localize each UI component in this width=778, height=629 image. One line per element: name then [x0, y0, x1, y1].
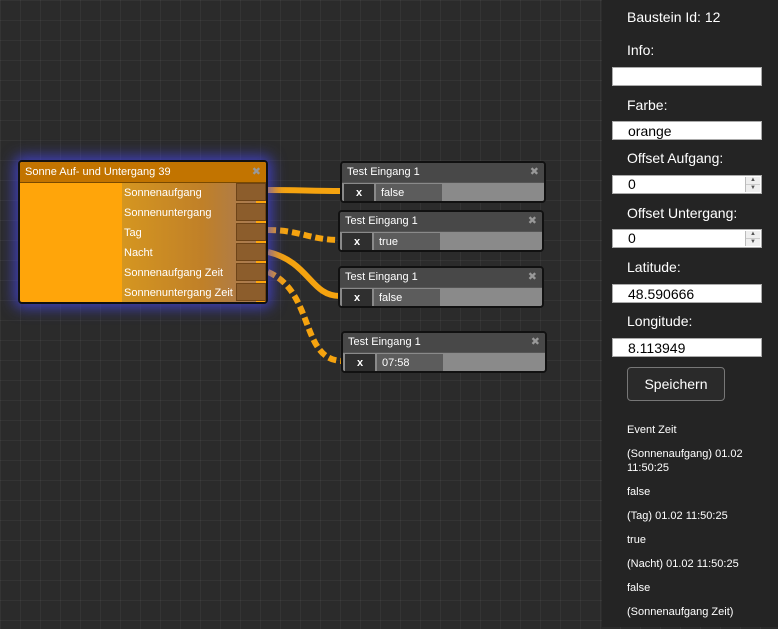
event-log: Event Zeit (Sonnenaufgang) 01.02 11:50:2…	[627, 423, 767, 629]
spin-down-icon[interactable]: ▼	[746, 185, 760, 192]
spin-up-icon[interactable]: ▲	[746, 231, 760, 239]
connection-wires	[266, 187, 344, 364]
output-port-nacht[interactable]	[236, 243, 266, 261]
input-value: false	[374, 289, 440, 306]
wire-nacht[interactable]	[267, 249, 341, 299]
output-port-sonnenuntergang[interactable]	[236, 203, 266, 221]
offset-untergang-input[interactable]: 0 ▲ ▼	[612, 229, 762, 248]
input-port[interactable]: x	[345, 354, 375, 371]
offset-untergang-label: Offset Untergang:	[627, 205, 738, 221]
event-log-value: false	[627, 582, 651, 594]
target-node-title-text: Test Eingang 1	[345, 215, 418, 227]
source-node-title[interactable]: Sonne Auf- und Untergang 39 ✖	[20, 162, 266, 183]
properties-sidebar: Baustein Id: 12 Info: Farbe: Offset Aufg…	[602, 0, 778, 627]
info-input[interactable]	[612, 67, 762, 86]
block-id-title: Baustein Id: 12	[627, 9, 721, 25]
farbe-label: Farbe:	[627, 97, 668, 113]
event-log-entry: (Tag) 01.02 11:50:25	[627, 510, 728, 522]
target-node-title[interactable]: Test Eingang 1 ✖	[342, 163, 544, 182]
target-node-title[interactable]: Test Eingang 1 ✖	[340, 268, 542, 287]
info-label: Info:	[627, 42, 655, 58]
target-node[interactable]: Test Eingang 1 ✖ x true	[338, 210, 544, 252]
output-ports	[236, 183, 266, 302]
output-port-tag[interactable]	[236, 223, 266, 241]
target-node-title[interactable]: Test Eingang 1 ✖	[343, 333, 545, 352]
output-port-sonnenuntergang-zeit[interactable]	[236, 283, 266, 301]
event-log-value: true	[627, 534, 646, 546]
spin-down-icon[interactable]: ▼	[746, 239, 760, 246]
input-port[interactable]: x	[342, 233, 372, 250]
close-icon[interactable]: ✖	[530, 163, 539, 182]
offset-aufgang-spinner[interactable]: ▲ ▼	[745, 177, 760, 192]
target-node-title[interactable]: Test Eingang 1 ✖	[340, 212, 542, 231]
target-node-title-text: Test Eingang 1	[347, 166, 420, 178]
input-row: x false	[342, 183, 544, 201]
event-log-header: Event Zeit	[627, 424, 677, 436]
close-icon[interactable]: ✖	[528, 212, 537, 231]
output-port-sonnenaufgang-zeit[interactable]	[236, 263, 266, 281]
target-node-title-text: Test Eingang 1	[345, 271, 418, 283]
input-row: x 07:58	[343, 353, 545, 371]
offset-aufgang-value: 0	[628, 176, 636, 192]
event-log-entry: (Sonnenaufgang Zeit)	[627, 606, 734, 618]
input-row: x false	[340, 288, 542, 306]
target-node[interactable]: Test Eingang 1 ✖ x 07:58	[341, 331, 547, 373]
longitude-label: Longitude:	[627, 313, 693, 329]
target-node-title-text: Test Eingang 1	[348, 336, 421, 348]
target-node[interactable]: Test Eingang 1 ✖ x false	[338, 266, 544, 308]
source-node-title-text: Sonne Auf- und Untergang 39	[25, 166, 171, 178]
offset-aufgang-label: Offset Aufgang:	[627, 150, 724, 166]
input-port[interactable]: x	[344, 184, 374, 201]
target-node[interactable]: Test Eingang 1 ✖ x false	[340, 161, 546, 203]
source-node-body: Sonnenaufgang Sonnenuntergang Tag Nacht …	[20, 183, 266, 302]
close-icon[interactable]: ✖	[531, 333, 540, 352]
event-log-entry: (Sonnenaufgang) 01.02 11:50:25	[627, 448, 743, 474]
farbe-input[interactable]	[612, 121, 762, 140]
save-button[interactable]: Speichern	[627, 367, 725, 401]
input-row: x true	[340, 232, 542, 250]
output-port-sonnenaufgang[interactable]	[236, 183, 266, 201]
event-log-entry: (Nacht) 01.02 11:50:25	[627, 558, 739, 570]
input-port[interactable]: x	[342, 289, 372, 306]
input-value: 07:58	[377, 354, 443, 371]
source-node[interactable]: Sonne Auf- und Untergang 39 ✖ Sonnenaufg…	[18, 160, 268, 304]
event-log-value: false	[627, 486, 651, 498]
input-value: false	[376, 184, 442, 201]
offset-untergang-value: 0	[628, 230, 636, 246]
input-value: true	[374, 233, 440, 250]
longitude-input[interactable]	[612, 338, 762, 357]
flow-canvas[interactable]: Sonne Auf- und Untergang 39 ✖ Sonnenaufg…	[0, 0, 602, 627]
offset-untergang-spinner[interactable]: ▲ ▼	[745, 231, 760, 246]
wire-tag[interactable]	[267, 227, 341, 243]
spin-up-icon[interactable]: ▲	[746, 177, 760, 185]
latitude-input[interactable]	[612, 284, 762, 303]
latitude-label: Latitude:	[627, 259, 681, 275]
offset-aufgang-input[interactable]: 0 ▲ ▼	[612, 175, 762, 194]
close-icon[interactable]: ✖	[252, 162, 261, 182]
wire-sonnenaufgang[interactable]	[267, 187, 343, 194]
close-icon[interactable]: ✖	[528, 268, 537, 287]
wire-sonnenaufgang-zeit[interactable]	[266, 269, 344, 364]
